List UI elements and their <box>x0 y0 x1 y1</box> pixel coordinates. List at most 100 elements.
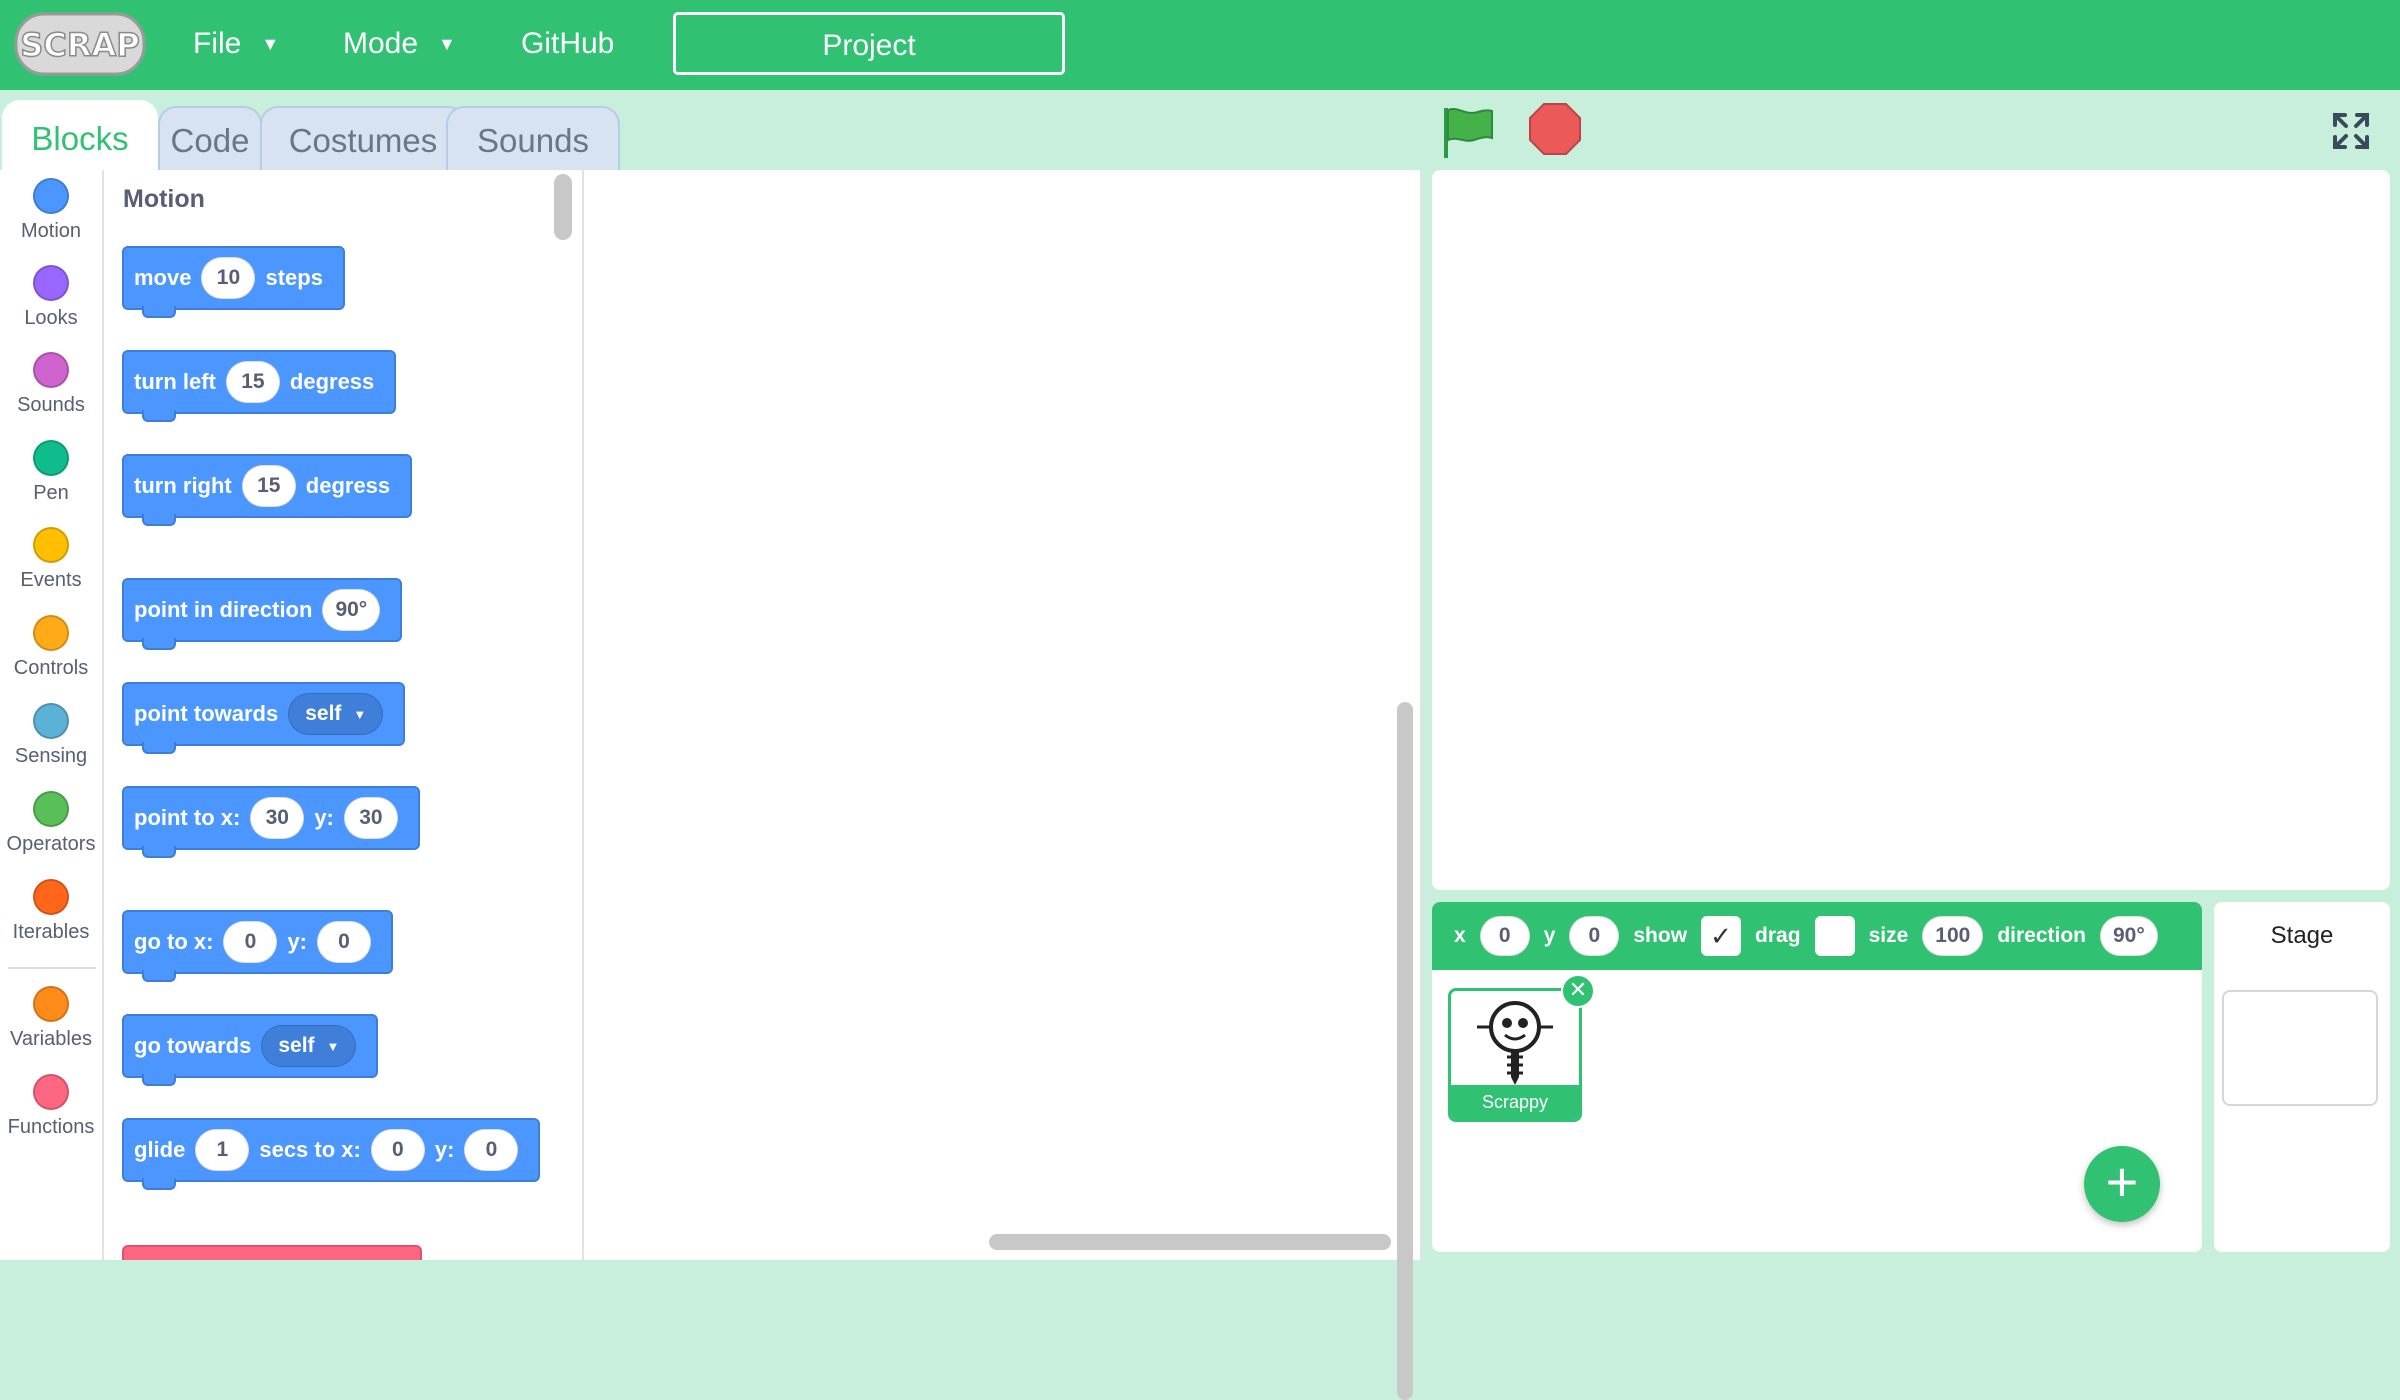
block-point-in-direction[interactable]: point in direction 90° <box>122 578 403 650</box>
script-vertical-scrollbar[interactable] <box>1397 702 1413 1400</box>
iterables-color-dot <box>33 879 69 915</box>
block-text: go towards <box>134 1033 252 1058</box>
block-text: degress <box>305 473 391 498</box>
x-input[interactable]: 30 <box>250 797 305 839</box>
sprite-card[interactable]: Scrappy <box>1448 988 1582 1122</box>
project-button[interactable]: Project <box>673 12 1065 75</box>
stop-sign-icon[interactable] <box>1528 102 1582 156</box>
pen-color-dot <box>33 440 69 476</box>
block-turn-right[interactable]: turn right 15 degress <box>122 454 413 526</box>
block-text: secs to x: <box>259 1137 361 1162</box>
y-input[interactable]: 0 <box>317 921 371 963</box>
delete-sprite-close-icon[interactable]: ✕ <box>1561 974 1595 1008</box>
tab-label: Blocks <box>31 120 129 157</box>
category-looks[interactable]: Looks <box>0 265 102 330</box>
block-move-steps[interactable]: move 10 steps <box>122 246 345 318</box>
stage-canvas[interactable] <box>1432 170 2390 890</box>
block-notch <box>142 1074 176 1086</box>
block-turn-left[interactable]: turn left 15 degress <box>122 350 397 422</box>
category-sensing[interactable]: Sensing <box>0 703 102 768</box>
sprite-size-input[interactable]: 100 <box>1922 916 1984 956</box>
category-pen[interactable]: Pen <box>0 440 102 505</box>
degrees-input[interactable]: 15 <box>241 465 296 507</box>
variables-color-dot <box>33 986 69 1022</box>
scrappy-sprite-icon <box>1477 1001 1553 1085</box>
fullscreen-icon[interactable] <box>2332 112 2370 150</box>
size-label: size <box>1868 924 1909 947</box>
mode-menu-label: Mode <box>343 27 419 60</box>
script-horizontal-scrollbar[interactable] <box>989 1234 1391 1250</box>
operators-color-dot <box>33 791 69 827</box>
y-input[interactable]: 30 <box>343 797 398 839</box>
category-sounds[interactable]: Sounds <box>0 352 102 417</box>
caret-down-icon: ▼ <box>261 34 280 54</box>
looks-color-dot <box>33 265 69 301</box>
category-label: Variables <box>10 1028 92 1050</box>
block-text: turn left <box>134 369 216 394</box>
degrees-input[interactable]: 15 <box>225 361 280 403</box>
block-go-to-xy[interactable]: go to x: 0 y: 0 <box>122 910 393 982</box>
drag-checkbox[interactable] <box>1814 916 1855 956</box>
y-label: y <box>1543 924 1556 947</box>
block-go-towards[interactable]: go towards self ▼ <box>122 1014 379 1086</box>
category-functions[interactable]: Functions <box>0 1074 102 1139</box>
category-label: Events <box>20 569 82 591</box>
dropdown-value: self <box>305 702 342 725</box>
block-text: move <box>134 265 192 290</box>
x-label: x <box>1454 924 1466 947</box>
category-label: Motion <box>20 220 82 242</box>
secs-input[interactable]: 1 <box>195 1129 250 1171</box>
target-dropdown[interactable]: self ▼ <box>288 693 384 735</box>
block-point-to-xy[interactable]: point to x: 30 y: 30 <box>122 786 420 858</box>
sprite-info-bar: x 0 y 0 show ✓ drag size 100 direction 9… <box>1432 902 2202 970</box>
sprite-direction-input[interactable]: 90° <box>2100 916 2158 956</box>
mode-menu[interactable]: Mode ▼ <box>343 0 456 90</box>
green-flag-icon[interactable] <box>1440 104 1496 160</box>
category-motion[interactable]: Motion <box>0 178 102 243</box>
drag-label: drag <box>1755 924 1801 947</box>
block-glide[interactable]: glide 1 secs to x: 0 y: 0 <box>122 1118 541 1190</box>
y-input[interactable]: 0 <box>464 1129 519 1171</box>
block-notch <box>142 514 176 526</box>
block-text: go to x: <box>134 929 214 954</box>
add-sprite-plus-icon[interactable]: + <box>2084 1146 2160 1222</box>
category-operators[interactable]: Operators <box>0 791 102 856</box>
show-checkbox[interactable]: ✓ <box>1701 916 1742 956</box>
github-link[interactable]: GitHub <box>521 0 614 90</box>
category-controls[interactable]: Controls <box>0 615 102 680</box>
direction-input[interactable]: 90° <box>322 589 381 631</box>
block-text: y: <box>287 929 307 954</box>
category-label: Looks <box>24 307 78 329</box>
file-menu[interactable]: File ▼ <box>193 0 279 90</box>
sprite-x-input[interactable]: 0 <box>1479 916 1530 956</box>
x-input[interactable]: 0 <box>223 921 278 963</box>
category-iterables[interactable]: Iterables <box>0 879 102 944</box>
tab-label: Sounds <box>477 122 589 159</box>
palette-scrollbar[interactable] <box>554 174 572 240</box>
block-text: point to x: <box>134 805 241 830</box>
tab-sounds[interactable]: Sounds <box>446 106 620 170</box>
tab-label: Costumes <box>288 122 438 159</box>
function-block-partial[interactable] <box>122 1245 422 1260</box>
sprite-y-input[interactable]: 0 <box>1569 916 1620 956</box>
steps-input[interactable]: 10 <box>201 257 256 299</box>
block-text: point in direction <box>134 597 313 622</box>
tab-code[interactable]: Code <box>158 106 262 170</box>
category-variables[interactable]: Variables <box>0 986 102 1051</box>
tab-costumes[interactable]: Costumes <box>260 106 466 170</box>
block-point-towards[interactable]: point towards self ▼ <box>122 682 406 754</box>
x-input[interactable]: 0 <box>370 1129 425 1171</box>
block-text: glide <box>134 1137 186 1162</box>
category-label: Iterables <box>12 921 90 943</box>
show-label: show <box>1633 924 1688 947</box>
stage-thumbnail[interactable] <box>2222 990 2378 1106</box>
tab-blocks[interactable]: Blocks <box>2 100 158 172</box>
palette-title: Motion <box>123 185 205 213</box>
target-dropdown[interactable]: self ▼ <box>261 1025 357 1067</box>
file-menu-label: File <box>193 27 242 60</box>
script-area[interactable] <box>584 170 1422 1400</box>
block-notch <box>142 1178 176 1190</box>
category-events[interactable]: Events <box>0 527 102 592</box>
block-text: turn right <box>134 473 232 498</box>
events-color-dot <box>33 527 69 563</box>
